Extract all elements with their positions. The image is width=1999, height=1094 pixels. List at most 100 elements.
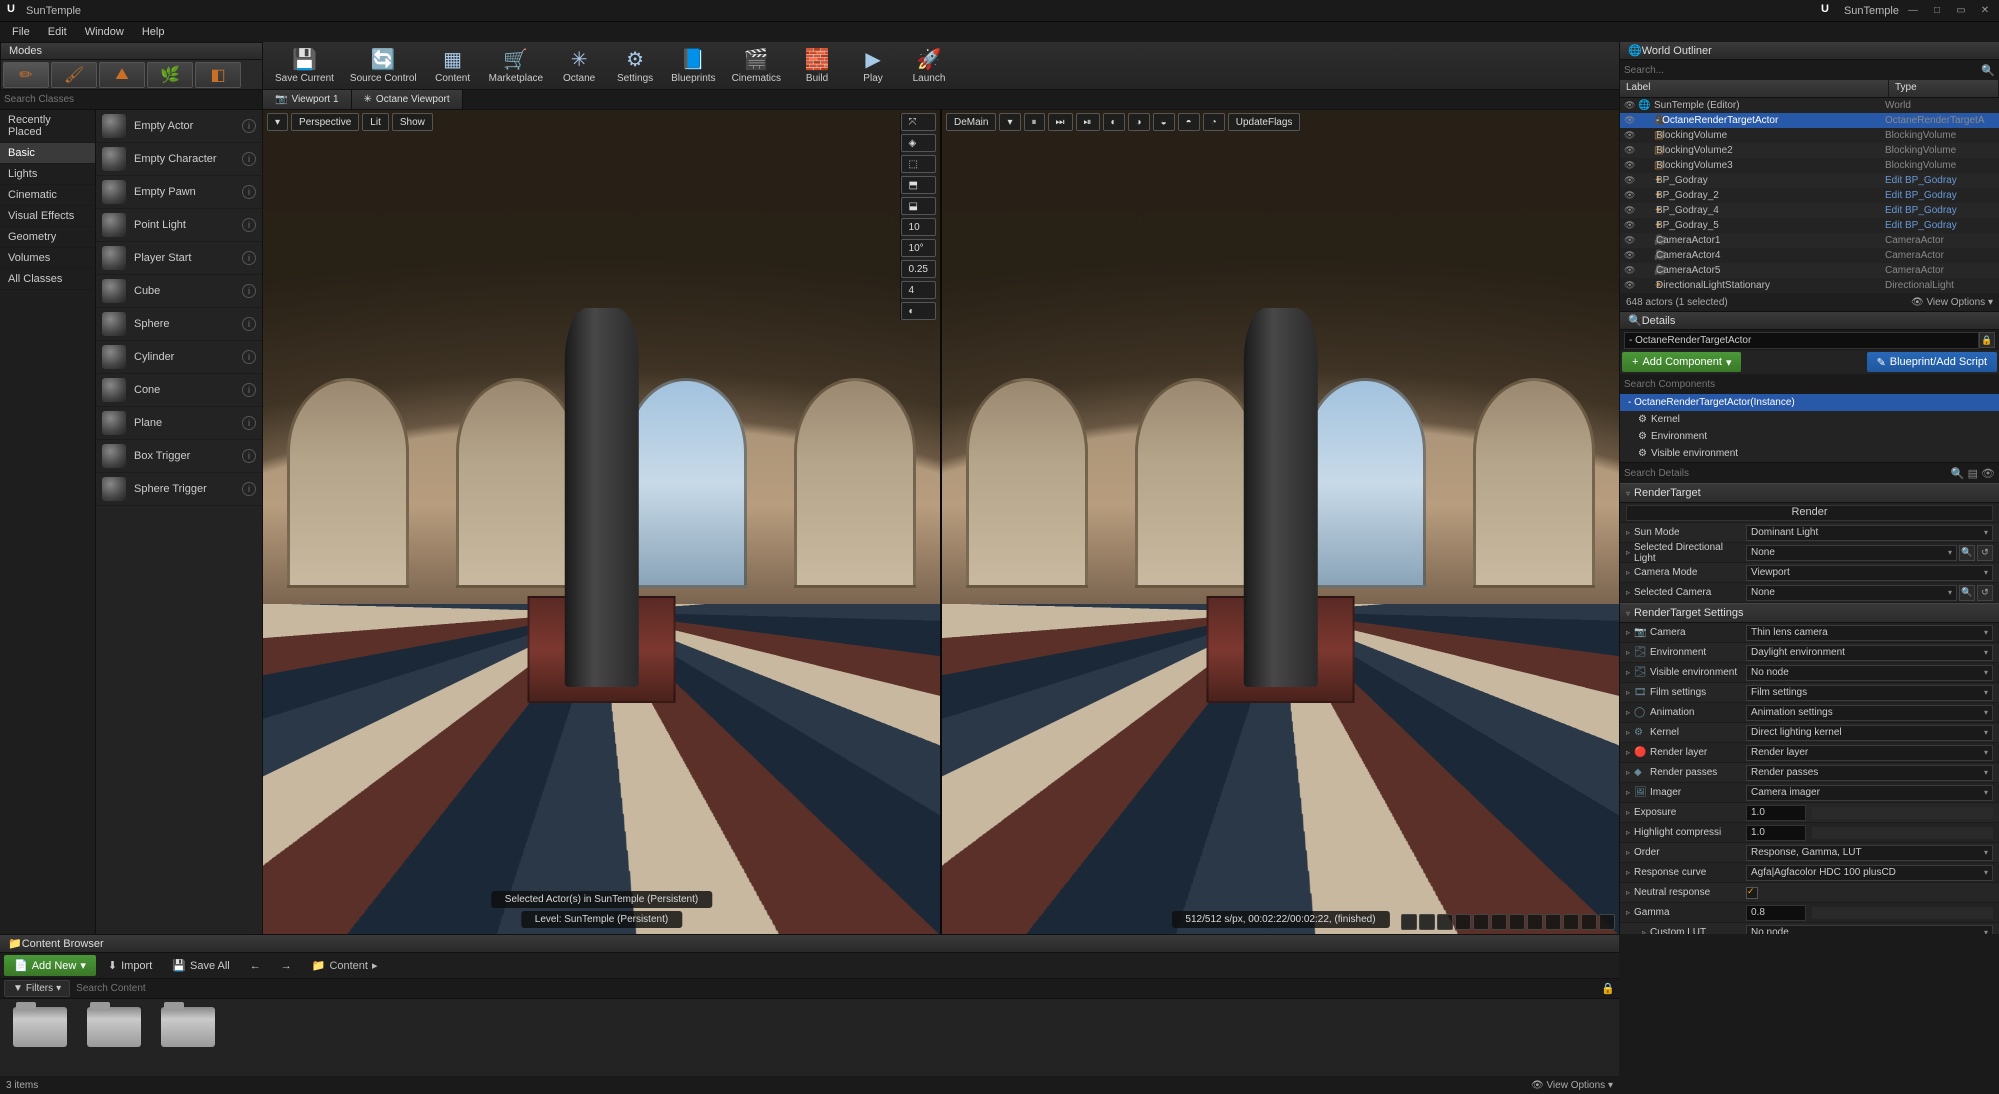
toolbar-content-button[interactable]: ▦Content: [427, 45, 479, 86]
number-input[interactable]: [1746, 805, 1806, 821]
lock-icon[interactable]: 🔒: [1979, 332, 1995, 348]
category-rendertarget[interactable]: ▿RenderTarget: [1620, 483, 1999, 503]
category-basic[interactable]: Basic: [0, 143, 95, 164]
dropdown[interactable]: Thin lens camera▾: [1746, 625, 1993, 641]
place-item[interactable]: Sphere Triggeri: [96, 473, 262, 506]
details-tab[interactable]: 🔍 Details: [1620, 312, 1999, 330]
octane-tool-icon[interactable]: [1437, 914, 1453, 930]
viewport-control[interactable]: ⬚: [901, 155, 936, 173]
outliner-row[interactable]: 👁🌐SunTemple (Editor)World: [1620, 98, 1999, 113]
content-browser-tab[interactable]: 📁 Content Browser: [0, 935, 1619, 953]
mode-paint-icon[interactable]: 🖌: [51, 62, 97, 88]
info-icon[interactable]: i: [242, 284, 256, 298]
viewport-control[interactable]: ⬒: [901, 176, 936, 194]
viewport-control[interactable]: ◐: [1103, 113, 1125, 131]
octane-tool-icon[interactable]: [1473, 914, 1489, 930]
viewport-control[interactable]: ◓: [1178, 113, 1200, 131]
info-icon[interactable]: i: [242, 185, 256, 199]
viewport-control[interactable]: 4: [901, 281, 936, 299]
outliner-col-label[interactable]: Label: [1620, 80, 1889, 97]
component-root[interactable]: - OctaneRenderTargetActor(Instance): [1620, 394, 1999, 411]
visibility-icon[interactable]: 👁: [1624, 115, 1638, 126]
search-details-input[interactable]: [1624, 468, 1951, 479]
outliner-row[interactable]: 👁◳BlockingVolumeBlockingVolume: [1620, 128, 1999, 143]
octane-tool-icon[interactable]: [1599, 914, 1615, 930]
viewport-control[interactable]: UpdateFlags: [1228, 113, 1301, 131]
content-view-options[interactable]: 👁 View Options ▾: [1531, 1080, 1613, 1091]
category-all-classes[interactable]: All Classes: [0, 269, 95, 290]
octane-tool-icon[interactable]: [1491, 914, 1507, 930]
dropdown[interactable]: Render layer▾: [1746, 745, 1993, 761]
dropdown[interactable]: Camera imager▾: [1746, 785, 1993, 801]
info-icon[interactable]: i: [242, 152, 256, 166]
dropdown[interactable]: None▾: [1746, 585, 1957, 601]
viewport-control[interactable]: Perspective: [291, 113, 359, 131]
visibility-icon[interactable]: 👁: [1624, 160, 1638, 171]
toolbar-play-button[interactable]: ▶Play: [847, 45, 899, 86]
viewport-control[interactable]: 10: [901, 218, 936, 236]
outliner-row[interactable]: 👁✦BP_Godray_2Edit BP_Godray: [1620, 188, 1999, 203]
maximize-button[interactable]: ▭: [1951, 3, 1971, 19]
info-icon[interactable]: i: [242, 350, 256, 364]
outliner-row[interactable]: 👁🎥CameraActor5CameraActor: [1620, 263, 1999, 278]
world-outliner-tab[interactable]: 🌐 World Outliner: [1620, 42, 1999, 60]
place-item[interactable]: Spherei: [96, 308, 262, 341]
outliner-row[interactable]: 👁✦BP_GodrayEdit BP_Godray: [1620, 173, 1999, 188]
editor-viewport[interactable]: ▾PerspectiveLitShow ⤧◈⬚⬒⬓1010°0.254◐ Sel…: [263, 110, 940, 934]
visibility-icon[interactable]: 👁: [1624, 220, 1638, 231]
viewport-control[interactable]: ⏭: [1048, 113, 1073, 131]
component-item[interactable]: ⚙ Visible environment: [1620, 445, 1999, 462]
viewport-control[interactable]: ▾: [267, 113, 288, 131]
search-components-input[interactable]: [1624, 379, 1995, 390]
mode-place-icon[interactable]: ✏: [3, 62, 49, 88]
history-back-button[interactable]: ←: [242, 956, 269, 976]
info-icon[interactable]: i: [242, 218, 256, 232]
dropdown[interactable]: None▾: [1746, 545, 1957, 561]
outliner-row[interactable]: 👁✦BP_Godray_4Edit BP_Godray: [1620, 203, 1999, 218]
viewport-control[interactable]: ◈: [901, 134, 936, 152]
info-icon[interactable]: i: [242, 119, 256, 133]
search-icon[interactable]: 🔍: [1959, 545, 1975, 561]
viewport-control[interactable]: DeMain: [946, 113, 996, 131]
dropdown[interactable]: Response, Gamma, LUT▾: [1746, 845, 1993, 861]
content-grid[interactable]: [0, 999, 1619, 1076]
place-item[interactable]: Box Triggeri: [96, 440, 262, 473]
close-button[interactable]: ✕: [1975, 3, 1995, 19]
history-fwd-button[interactable]: →: [273, 956, 300, 976]
place-item[interactable]: Cubei: [96, 275, 262, 308]
viewport-control[interactable]: ◔: [1203, 113, 1225, 131]
info-icon[interactable]: i: [242, 317, 256, 331]
category-rendertarget-settings[interactable]: ▿RenderTarget Settings: [1620, 603, 1999, 623]
dropdown[interactable]: Animation settings▾: [1746, 705, 1993, 721]
octane-tool-icon[interactable]: [1509, 914, 1525, 930]
dropdown[interactable]: Render passes▾: [1746, 765, 1993, 781]
outliner-row[interactable]: 👁🎥- OctaneRenderTargetActorOctaneRenderT…: [1620, 113, 1999, 128]
toolbar-octane-button[interactable]: ✳Octane: [553, 45, 605, 86]
visibility-icon[interactable]: 👁: [1624, 235, 1638, 246]
viewport-control[interactable]: 0.25: [901, 260, 936, 278]
toolbar-blueprints-button[interactable]: 📘Blueprints: [665, 45, 721, 86]
visibility-icon[interactable]: 👁: [1624, 205, 1638, 216]
maximize-button[interactable]: □: [1927, 3, 1947, 19]
octane-tool-icon[interactable]: [1401, 914, 1417, 930]
search-content-input[interactable]: [76, 983, 1601, 994]
outliner-search-input[interactable]: [1624, 65, 1981, 76]
viewport-control[interactable]: ▾: [999, 113, 1020, 131]
add-component-button[interactable]: + Add Component ▾: [1622, 352, 1741, 372]
modes-tab[interactable]: Modes: [1, 43, 262, 60]
octane-tool-icon[interactable]: [1419, 914, 1435, 930]
content-folder[interactable]: [8, 1007, 72, 1068]
place-item[interactable]: Conei: [96, 374, 262, 407]
dropdown[interactable]: Direct lighting kernel▾: [1746, 725, 1993, 741]
visibility-icon[interactable]: 👁: [1624, 100, 1638, 111]
outliner-row[interactable]: 👁🎥CameraActor1CameraActor: [1620, 233, 1999, 248]
viewport-control[interactable]: ◐: [901, 302, 936, 320]
outliner-row[interactable]: 👁🎥CameraActor4CameraActor: [1620, 248, 1999, 263]
octane-tool-icon[interactable]: [1455, 914, 1471, 930]
toolbar-save-current-button[interactable]: 💾Save Current: [269, 45, 340, 86]
toolbar-cinematics-button[interactable]: 🎬Cinematics: [726, 45, 787, 86]
category-recently-placed[interactable]: Recently Placed: [0, 110, 95, 143]
place-item[interactable]: Point Lighti: [96, 209, 262, 242]
add-new-button[interactable]: 📄 Add New ▾: [4, 955, 96, 976]
visibility-icon[interactable]: 👁: [1624, 145, 1638, 156]
